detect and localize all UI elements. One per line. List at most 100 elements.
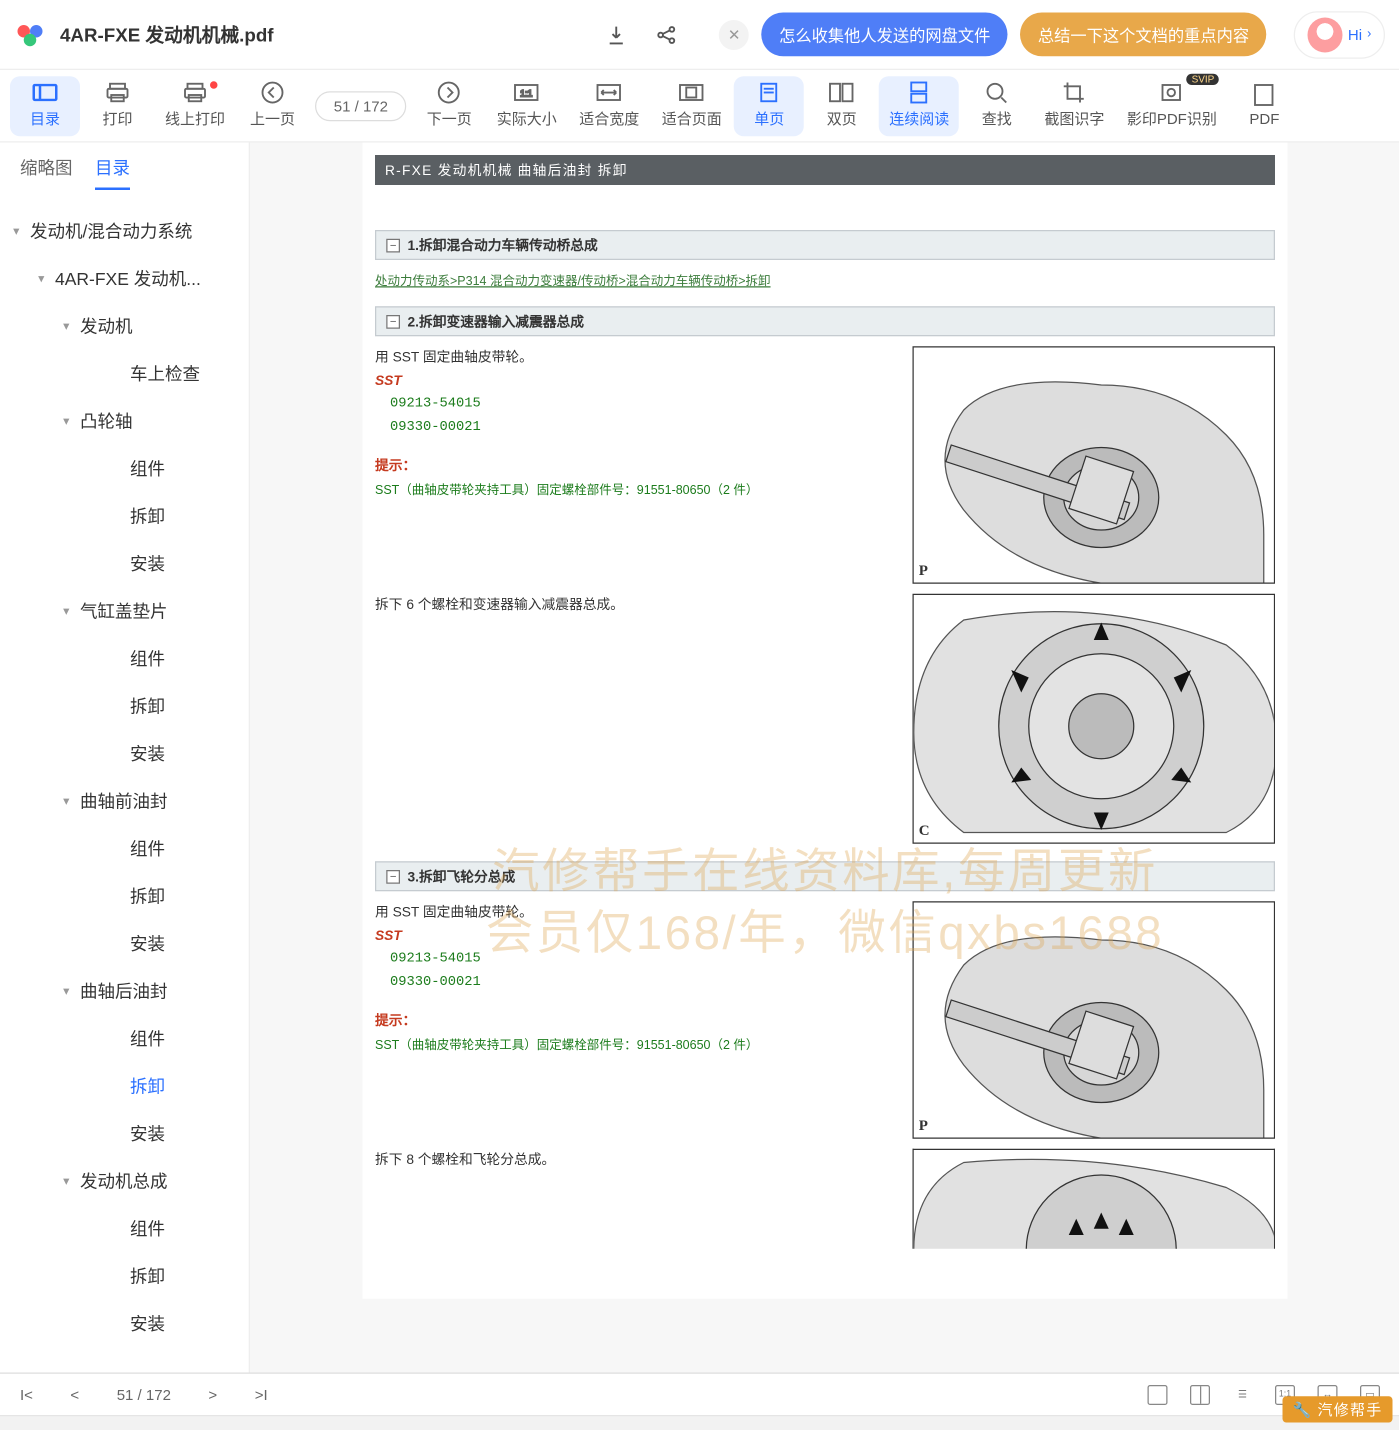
sst-label: SST (375, 373, 402, 388)
outline-node[interactable]: 车上检查 (0, 350, 249, 398)
outline-node[interactable]: ▾气缸盖垫片 (0, 588, 249, 636)
outline-node[interactable]: 组件 (0, 1015, 249, 1063)
chevron-down-icon: ▾ (10, 224, 23, 238)
outline-node[interactable]: 组件 (0, 1205, 249, 1253)
tb-online-print-label: 线上打印 (165, 108, 225, 129)
outline-node[interactable]: 拆卸 (0, 1063, 249, 1111)
sst-label: SST (375, 928, 402, 943)
horizontal-scrollbar[interactable] (0, 1415, 1399, 1430)
tb-toc[interactable]: 目录 (10, 76, 80, 136)
tb-print[interactable]: 打印 (83, 76, 153, 136)
bottom-page-indicator[interactable]: 51 / 172 (117, 1386, 171, 1404)
outline-label: 组件 (130, 646, 165, 671)
outline-label: 拆卸 (130, 1264, 165, 1289)
outline-label: 安装 (130, 741, 165, 766)
tb-pdfmore-label: PDF (1249, 109, 1279, 127)
outline-node[interactable]: ▾曲轴前油封 (0, 778, 249, 826)
outline-label: 拆卸 (130, 1074, 165, 1099)
tb-fitp-label: 适合页面 (662, 108, 722, 129)
tb-ocr-screenshot[interactable]: 截图识字 (1034, 76, 1114, 136)
tb-next-label: 下一页 (427, 108, 472, 129)
title-bar: 4AR-FXE 发动机机械.pdf ✕ 怎么收集他人发送的网盘文件 总结一下这个… (0, 0, 1399, 70)
assistant-chip[interactable]: Hi › (1294, 11, 1385, 59)
tb-single-page[interactable]: 单页 (734, 76, 804, 136)
tb-fit-page[interactable]: 适合页面 (652, 76, 732, 136)
tab-outline[interactable]: 目录 (95, 155, 130, 190)
chevron-down-icon: ▾ (60, 1174, 73, 1188)
chevron-down-icon: ▾ (60, 414, 73, 428)
svg-text:1:1: 1:1 (521, 88, 533, 98)
outline-node[interactable]: 拆卸 (0, 1253, 249, 1301)
outline-node[interactable]: ▾曲轴后油封 (0, 968, 249, 1016)
figure-2: C (913, 594, 1276, 844)
tb-prev-page[interactable]: 上一页 (238, 76, 308, 136)
outline-node[interactable]: 拆卸 (0, 493, 249, 541)
step-1-header: − 1.拆卸混合动力车辆传动桥总成 (375, 230, 1275, 260)
body-text: 用 SST 固定曲轴皮带轮。 (375, 901, 898, 924)
crop-icon (1062, 83, 1087, 103)
prev-page-icon (260, 83, 285, 103)
first-page-icon[interactable]: I< (20, 1386, 33, 1404)
outline-node[interactable]: 拆卸 (0, 683, 249, 731)
tb-pdfocr-label: 影印PDF识别 (1127, 108, 1217, 129)
close-suggestions-icon[interactable]: ✕ (719, 19, 749, 49)
view-single-icon[interactable] (1148, 1384, 1168, 1404)
tb-pdf-ocr[interactable]: SVIP影印PDF识别 (1117, 76, 1227, 136)
hint-label: 提示： (375, 455, 898, 478)
collapse-box-icon[interactable]: − (386, 869, 400, 883)
tb-cont-label: 连续阅读 (889, 108, 949, 129)
chevron-down-icon: ▾ (60, 984, 73, 998)
page-indicator[interactable]: 51 / 172 (315, 91, 407, 121)
collapse-box-icon[interactable]: − (386, 238, 400, 252)
outline-node[interactable]: 拆卸 (0, 873, 249, 921)
outline-node[interactable]: ▾发动机/混合动力系统 (0, 208, 249, 256)
step-1-breadcrumb[interactable]: 处动力传动系>P314 混合动力变速器/传动桥>混合动力车辆传动桥>拆卸 (375, 270, 1275, 289)
tb-fit-width[interactable]: 适合宽度 (569, 76, 649, 136)
body-text: 拆下 8 个螺栓和飞轮分总成。 (375, 1149, 898, 1172)
outline-node[interactable]: ▾凸轮轴 (0, 398, 249, 446)
outline-node[interactable]: ▾4AR-FXE 发动机... (0, 255, 249, 303)
download-icon[interactable] (604, 22, 629, 47)
tb-two-label: 双页 (827, 108, 857, 129)
suggestion-pill-1[interactable]: 怎么收集他人发送的网盘文件 (762, 13, 1008, 57)
outline-node[interactable]: 安装 (0, 540, 249, 588)
tb-next-page[interactable]: 下一页 (414, 76, 484, 136)
outline-label: 组件 (130, 1216, 165, 1241)
share-icon[interactable] (654, 22, 679, 47)
outline-label: 车上检查 (130, 361, 200, 386)
tb-online-print[interactable]: 线上打印 (155, 76, 235, 136)
tb-find[interactable]: 查找 (962, 76, 1032, 136)
view-continuous-icon[interactable]: ☰ (1233, 1384, 1253, 1404)
tb-fitw-label: 适合宽度 (579, 108, 639, 129)
view-double-icon[interactable] (1190, 1384, 1210, 1404)
continuous-icon (907, 83, 932, 103)
outline-node[interactable]: 组件 (0, 445, 249, 493)
tb-continuous[interactable]: 连续阅读 (879, 76, 959, 136)
outline-node[interactable]: 安装 (0, 920, 249, 968)
sst-code-2: 09330-00021 (390, 416, 898, 439)
outline-node[interactable]: ▾发动机总成 (0, 1158, 249, 1206)
document-viewport[interactable]: R-FXE 发动机机械 曲轴后油封 拆卸 − 1.拆卸混合动力车辆传动桥总成 处… (250, 143, 1399, 1373)
tb-pdf-more[interactable]: PDF (1229, 76, 1299, 136)
collapse-box-icon[interactable]: − (386, 314, 400, 328)
tb-two-page[interactable]: 双页 (807, 76, 877, 136)
outline-node[interactable]: 安装 (0, 1110, 249, 1158)
brand-watermark: 🔧 汽修帮手 (1283, 1396, 1393, 1422)
outline-node[interactable]: 组件 (0, 635, 249, 683)
prev-page-icon[interactable]: < (70, 1386, 79, 1404)
next-page-icon[interactable]: > (208, 1386, 217, 1404)
suggestion-pill-2[interactable]: 总结一下这个文档的重点内容 (1020, 13, 1266, 57)
outline-node[interactable]: 安装 (0, 1300, 249, 1348)
sst-code-1: 09213-54015 (390, 948, 898, 971)
outline-label: 安装 (130, 1311, 165, 1336)
figure-tag-p: P (919, 1116, 928, 1135)
outline-node[interactable]: 组件 (0, 825, 249, 873)
hint-label: 提示： (375, 1010, 898, 1033)
tab-thumbnails[interactable]: 缩略图 (20, 155, 73, 190)
outline-node[interactable]: ▾发动机 (0, 303, 249, 351)
page-subtext (375, 193, 1275, 213)
outline-node[interactable]: 安装 (0, 730, 249, 778)
status-bar: I< < 51 / 172 > >I ☰ 1:1 ↔ ▭ 🔧 汽修帮手 (0, 1373, 1399, 1416)
tb-actual-size[interactable]: 1:1实际大小 (487, 76, 567, 136)
last-page-icon[interactable]: >I (255, 1386, 268, 1404)
